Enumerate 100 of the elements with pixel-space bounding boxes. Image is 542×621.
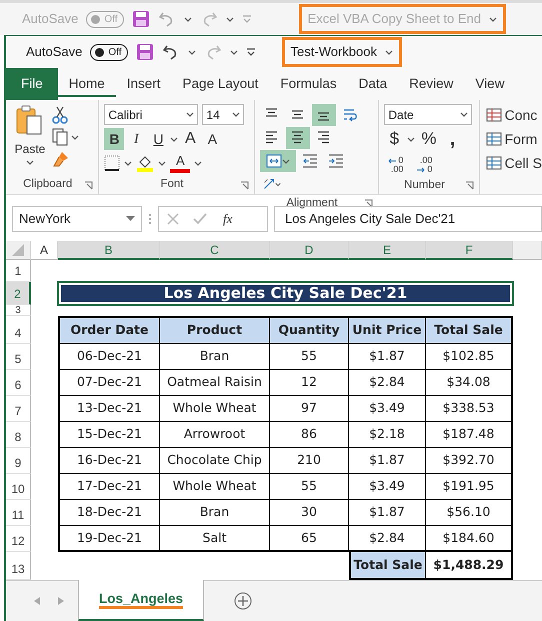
table-cell[interactable]: 15-Dec-21 [58,422,160,448]
ribbon-tab[interactable]: Insert [116,68,172,100]
ribbon-tab[interactable]: Home [58,68,116,100]
dropdown-caret-icon[interactable] [26,160,34,165]
dropdown-caret-icon[interactable] [460,112,468,117]
table-style-icon[interactable] [486,132,502,146]
increase-decimal-button[interactable]: 0 .00 [384,153,408,177]
row-header[interactable]: 5 [6,344,31,370]
column-header[interactable]: B [58,241,160,260]
copy-icon[interactable] [52,128,68,146]
ribbon-tab[interactable]: Formulas [269,68,348,100]
decrease-decimal-button[interactable]: .00 0 [413,153,436,177]
dropdown-caret-icon[interactable] [71,134,79,140]
dropdown-caret-icon[interactable] [489,16,497,22]
currency-button[interactable]: $ [384,128,404,150]
dropdown-caret-icon[interactable] [282,158,290,164]
increase-indent-icon[interactable] [328,153,344,169]
insert-function-button[interactable]: fx [221,208,234,230]
ribbon-tab[interactable]: Data [348,68,398,100]
table-cell[interactable]: 210 [270,448,349,474]
table-cell[interactable]: 97 [270,396,349,422]
table-cell[interactable]: Bran [160,344,270,370]
dialog-launcher-icon[interactable] [364,199,374,208]
dropdown-caret-icon[interactable] [385,50,393,54]
styles-button[interactable]: Conc [486,106,542,124]
row-header[interactable]: 8 [6,422,31,448]
format-painter-icon[interactable] [52,150,70,168]
dropdown-caret-icon[interactable] [184,16,192,22]
table-cell[interactable]: 17-Dec-21 [58,474,160,500]
dropdown-caret-icon[interactable] [230,50,238,54]
document-title[interactable]: Test-Workbook [282,37,402,67]
dropdown-caret-icon[interactable] [194,160,202,166]
row-header[interactable]: 6 [6,370,31,396]
row-header[interactable]: 12 [6,526,31,552]
styles-button[interactable]: Cell S [486,154,542,172]
dialog-launcher-icon[interactable] [240,180,249,190]
table-cell[interactable]: 55 [270,344,349,370]
table-cell[interactable]: $2.84 [349,370,426,396]
ribbon-tab[interactable]: Page Layout [172,68,270,100]
merged-title-cell[interactable]: Los Angeles City Sale Dec'21 [59,283,512,304]
shrink-font-button[interactable]: A [202,128,222,150]
new-sheet-icon[interactable] [234,592,252,610]
italic-button[interactable]: I [126,128,146,150]
table-cell[interactable]: 65 [270,526,349,552]
borders-icon[interactable] [104,155,120,171]
table-cell[interactable]: $56.10 [426,500,513,526]
table-cell[interactable]: Whole Wheat [160,474,270,500]
save-icon[interactable] [132,10,150,28]
table-cell[interactable]: Salt [160,526,270,552]
table-cell[interactable]: $34.08 [426,370,513,396]
ribbon-tab[interactable]: View [464,68,516,100]
cut-icon[interactable] [52,106,68,124]
more-options-icon[interactable] [148,212,152,224]
column-header[interactable]: E [349,241,426,260]
dropdown-caret-icon[interactable] [124,160,132,166]
grow-font-button[interactable]: A [180,128,200,150]
row-header[interactable]: 1 [6,260,31,282]
customize-toolbar-icon[interactable] [246,47,256,57]
underline-button[interactable]: U [148,128,168,150]
dropdown-caret-icon[interactable] [407,136,416,142]
table-cell[interactable]: $184.60 [426,526,513,552]
table-cell[interactable]: $102.85 [426,344,513,370]
row-header[interactable]: 3 [6,305,31,316]
file-tab[interactable]: File [6,68,58,100]
table-cell[interactable]: Bran [160,500,270,526]
wrap-text-icon[interactable] [342,107,358,123]
font-color-button[interactable]: A [170,153,190,173]
table-cell[interactable]: 07-Dec-21 [58,370,160,396]
styles-button[interactable]: Form [486,130,542,148]
table-cell[interactable]: 06-Dec-21 [58,344,160,370]
column-heading-cell[interactable]: Total Sale [426,316,513,344]
table-cell[interactable]: 12 [270,370,349,396]
dropdown-caret-icon[interactable] [186,112,194,117]
column-heading-cell[interactable]: Product [160,316,270,344]
paste-button[interactable]: Paste [12,138,48,160]
table-cell[interactable]: $1.87 [349,344,426,370]
table-cell[interactable]: 86 [270,422,349,448]
left-arrow-icon[interactable] [388,158,398,164]
table-style-icon[interactable] [486,108,502,122]
table-cell[interactable]: $187.48 [426,422,513,448]
table-cell[interactable]: 19-Dec-21 [58,526,160,552]
dropdown-caret-icon[interactable] [170,136,178,142]
table-cell[interactable]: 16-Dec-21 [58,448,160,474]
dialog-launcher-icon[interactable] [84,180,94,190]
row-header[interactable]: 10 [6,474,31,500]
table-cell[interactable]: 18-Dec-21 [58,500,160,526]
table-style-icon[interactable] [486,156,502,170]
table-cell[interactable]: $338.53 [426,396,513,422]
row-header[interactable]: 4 [6,316,31,344]
dropdown-caret-icon[interactable] [158,160,166,166]
font-size-dropdown[interactable]: 14 [202,104,244,125]
bottom-align-button[interactable] [312,104,336,126]
table-cell[interactable]: $392.70 [426,448,513,474]
column-header[interactable]: D [270,241,349,260]
row-header[interactable]: 13 [6,552,31,580]
table-cell[interactable]: Oatmeal Raisin [160,370,270,396]
column-header[interactable]: A [31,241,58,260]
table-cell[interactable]: 55 [270,474,349,500]
table-cell[interactable]: 30 [270,500,349,526]
ribbon-tab[interactable]: Review [398,68,464,100]
